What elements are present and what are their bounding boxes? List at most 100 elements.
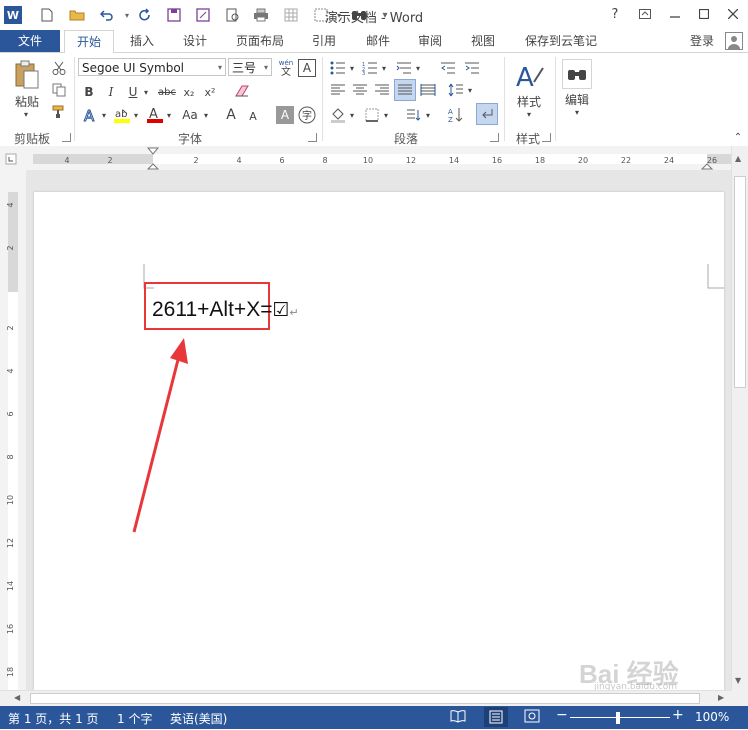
sort-icon[interactable]: AZ — [446, 105, 466, 125]
read-mode-icon[interactable] — [450, 709, 466, 726]
user-avatar-icon[interactable] — [724, 30, 744, 52]
format-painter-icon[interactable] — [50, 103, 68, 121]
strikethrough-button[interactable]: abc — [155, 83, 179, 101]
zoom-in-icon[interactable]: + — [672, 707, 684, 723]
login-link[interactable]: 登录 — [682, 30, 722, 52]
bullets-dropdown-icon[interactable]: ▾ — [347, 59, 357, 77]
tab-file[interactable]: 文件 — [0, 30, 60, 52]
font-color-icon[interactable]: A — [145, 105, 165, 125]
text-effects-dropdown-icon[interactable]: ▾ — [99, 105, 109, 125]
scroll-down-icon[interactable]: ▼ — [735, 676, 741, 685]
multilevel-dropdown-icon[interactable]: ▾ — [413, 59, 423, 77]
numbering-dropdown-icon[interactable]: ▾ — [379, 59, 389, 77]
tab-save-cloud[interactable]: 保存到云笔记 — [516, 30, 606, 52]
chinese-layout-dropdown-icon[interactable]: ▾ — [423, 105, 433, 125]
vertical-scrollbar[interactable]: ▲ ▼ — [731, 146, 748, 690]
styles-launcher-icon[interactable] — [542, 133, 551, 142]
tab-design[interactable]: 设计 — [175, 30, 215, 52]
borders-dropdown-icon[interactable]: ▾ — [381, 105, 391, 125]
web-layout-icon[interactable] — [524, 709, 540, 726]
tab-view[interactable]: 视图 — [463, 30, 503, 52]
font-name-dropdown-icon[interactable]: ▾ — [218, 59, 222, 77]
minimize-button[interactable] — [664, 4, 686, 24]
line-spacing-dropdown-icon[interactable]: ▾ — [465, 81, 475, 99]
horizontal-scrollbar[interactable]: ◀ ▶ — [0, 690, 731, 707]
char-border-button[interactable]: A — [298, 59, 316, 77]
zoom-slider-thumb[interactable] — [616, 712, 620, 724]
tab-insert[interactable]: 插入 — [122, 30, 162, 52]
paragraph-launcher-icon[interactable] — [490, 133, 499, 142]
scroll-left-icon[interactable]: ◀ — [14, 693, 20, 702]
scroll-right-icon[interactable]: ▶ — [718, 693, 724, 702]
align-right-icon[interactable] — [372, 81, 392, 99]
collapse-ribbon-icon[interactable]: ⌃ — [732, 131, 744, 143]
highlight-icon[interactable]: ab — [112, 105, 132, 125]
paste-dropdown-icon[interactable]: ▾ — [20, 109, 32, 119]
paste-button[interactable]: 粘贴 — [8, 93, 46, 109]
highlight-dropdown-icon[interactable]: ▾ — [131, 105, 141, 125]
char-shading-icon[interactable]: A — [276, 106, 294, 124]
binoculars-icon[interactable] — [562, 59, 592, 89]
borders-icon[interactable] — [362, 105, 382, 125]
horizontal-scroll-thumb[interactable] — [30, 693, 700, 704]
editing-dropdown-icon[interactable]: ▾ — [571, 107, 583, 117]
subscript-button[interactable]: x₂ — [180, 83, 198, 101]
justify-icon[interactable] — [394, 79, 416, 101]
line-spacing-icon[interactable] — [446, 81, 466, 99]
numbering-icon[interactable]: 123 — [360, 59, 380, 77]
clipboard-launcher-icon[interactable] — [62, 133, 71, 142]
font-name-combo[interactable]: Segoe UI Symbol ▾ — [78, 58, 226, 76]
italic-button[interactable]: I — [102, 83, 120, 101]
increase-indent-icon[interactable] — [462, 59, 482, 77]
styles-dropdown-icon[interactable]: ▾ — [523, 109, 535, 119]
tab-mailings[interactable]: 邮件 — [358, 30, 398, 52]
styles-button[interactable]: 样式 — [510, 93, 548, 109]
underline-button[interactable]: U — [124, 83, 142, 101]
align-left-icon[interactable] — [328, 81, 348, 99]
text-effects-icon[interactable]: A — [80, 105, 100, 125]
change-case-button[interactable]: Aa — [178, 105, 202, 125]
font-color-dropdown-icon[interactable]: ▾ — [164, 105, 174, 125]
bold-button[interactable]: B — [80, 83, 98, 101]
ribbon-options-button[interactable] — [634, 4, 656, 24]
cut-icon[interactable] — [50, 59, 68, 77]
enclose-char-icon[interactable]: 字 — [298, 106, 316, 124]
vertical-scroll-thumb[interactable] — [734, 176, 746, 388]
tab-home[interactable]: 开始 — [64, 30, 114, 54]
language[interactable]: 英语(美国) — [170, 710, 227, 727]
align-center-icon[interactable] — [350, 81, 370, 99]
tab-layout[interactable]: 页面布局 — [228, 30, 292, 52]
font-size-dropdown-icon[interactable]: ▾ — [264, 59, 268, 77]
grow-font-button[interactable]: A — [222, 105, 240, 125]
phonetic-guide-button[interactable]: wén 文 — [275, 58, 297, 78]
zoom-slider-track[interactable] — [570, 717, 670, 718]
clear-format-icon[interactable] — [232, 81, 252, 101]
tab-references[interactable]: 引用 — [304, 30, 344, 52]
horizontal-ruler[interactable]: 4 2 2 4 6 8 10 12 14 16 18 20 22 24 26 — [0, 146, 748, 171]
shrink-font-button[interactable]: A — [245, 108, 261, 124]
vertical-ruler[interactable]: 4 2 2 4 6 8 10 12 14 16 18 — [0, 170, 26, 690]
document-page[interactable]: 2611+Alt+X=☑↵ Bai 经验 jingyan.baidu.com — [34, 192, 724, 692]
font-launcher-icon[interactable] — [308, 133, 317, 142]
font-size-combo[interactable]: 三号 ▾ — [228, 58, 272, 76]
help-button[interactable]: ? — [604, 4, 626, 24]
zoom-out-icon[interactable]: − — [556, 707, 568, 723]
scroll-up-icon[interactable]: ▲ — [735, 154, 741, 163]
distributed-icon[interactable] — [418, 81, 438, 99]
close-button[interactable] — [722, 4, 744, 24]
editing-button[interactable]: 编辑 — [558, 91, 596, 107]
shading-icon[interactable] — [328, 105, 348, 125]
superscript-button[interactable]: x² — [201, 83, 219, 101]
page-count[interactable]: 第 1 页，共 1 页 — [8, 710, 99, 727]
chinese-layout-icon[interactable] — [404, 105, 424, 125]
bullets-icon[interactable] — [328, 59, 348, 77]
tab-review[interactable]: 审阅 — [410, 30, 450, 52]
zoom-level[interactable]: 100% — [695, 710, 729, 724]
maximize-button[interactable] — [693, 4, 715, 24]
change-case-dropdown-icon[interactable]: ▾ — [201, 105, 211, 125]
word-count[interactable]: 1 个字 — [117, 710, 152, 727]
show-marks-icon[interactable] — [476, 103, 498, 125]
paste-icon[interactable] — [10, 59, 44, 91]
multilevel-list-icon[interactable] — [394, 59, 414, 77]
decrease-indent-icon[interactable] — [438, 59, 458, 77]
